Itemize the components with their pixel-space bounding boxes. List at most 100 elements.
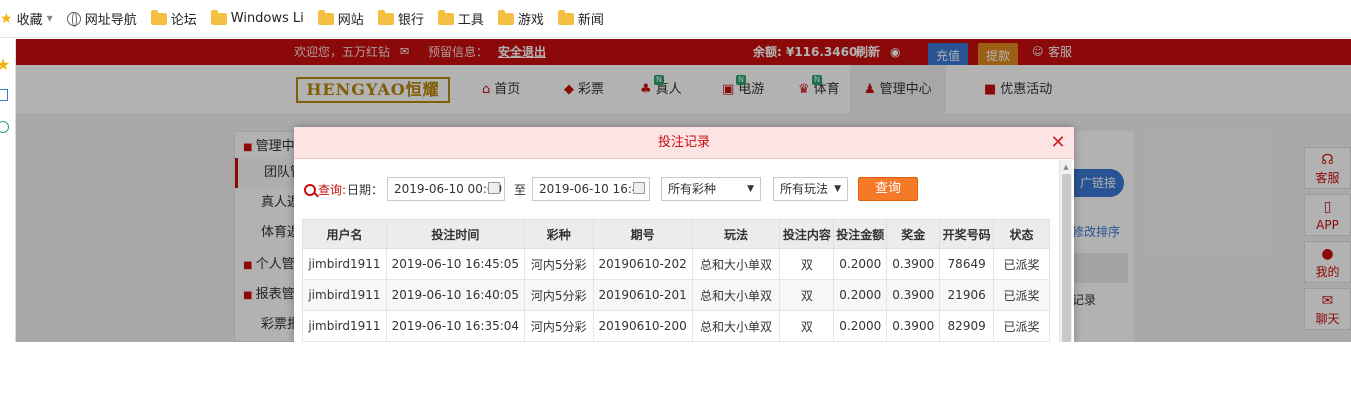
bookmark-item[interactable]: Windows Li [210, 0, 304, 38]
calendar-icon[interactable] [633, 182, 645, 194]
table-cell: jimbird1911 [302, 248, 387, 280]
folder-icon [557, 9, 574, 25]
column-header: 投注时间 [385, 219, 525, 249]
column-header: 彩种 [523, 219, 594, 249]
table-cell: 2019-06-10 16:40:05 [385, 279, 525, 311]
bet-records-table: 用户名 投注时间 彩种 期号 玩法 投注内容 投注金额 奖金 开奖号码 状态 jimbird191… [302, 219, 1050, 342]
table-cell: 河内5分彩 [523, 279, 594, 311]
bookmark-label: 工具 [457, 13, 484, 28]
column-header: 状态 [993, 219, 1050, 249]
column-header: 期号 [592, 219, 693, 249]
table-cell: 0.2000 [833, 248, 888, 280]
modal-header: 投注记录 ✕ [294, 127, 1074, 159]
reading-icon[interactable] [0, 89, 8, 101]
bookmark-label: 游戏 [517, 13, 544, 28]
table-cell: 20190610-200 [592, 310, 693, 342]
table-header-row: 用户名 投注时间 彩种 期号 玩法 投注内容 投注金额 奖金 开奖号码 状态 [302, 219, 1050, 249]
scroll-up-arrow-icon[interactable]: ▲ [1060, 162, 1072, 172]
table-cell: 总和大小单双 [691, 310, 781, 342]
globe-icon [66, 11, 81, 27]
table-row: jimbird1911 2019-06-10 16:40:05 河内5分彩 20190… [302, 279, 1050, 311]
folder-icon [317, 9, 334, 25]
table-cell: jimbird1911 [302, 310, 387, 342]
table-cell: 2019-06-10 16:45:05 [385, 248, 525, 280]
status-cell: 已派奖 [993, 279, 1050, 311]
browser-sidebar: ★ [0, 39, 16, 342]
bookmark-item[interactable]: 新闻 [557, 0, 604, 38]
chevron-down-icon: ▼ [834, 184, 841, 194]
folder-icon [497, 9, 514, 25]
folder-icon [150, 9, 167, 25]
table-cell: 0.3900 [886, 310, 941, 342]
bookmark-label: 收藏 [16, 13, 43, 28]
table-cell: 0.2000 [833, 310, 888, 342]
scroll-thumb[interactable] [1062, 174, 1071, 342]
table-cell: 双 [779, 279, 835, 311]
search-icon [304, 184, 316, 196]
date-label: 日期： [347, 183, 384, 197]
bookmark-item[interactable]: 网站 [317, 0, 364, 38]
table-cell: 双 [779, 248, 835, 280]
date-to-value: 2019-06-10 16:4 [539, 182, 640, 196]
bookmark-item[interactable]: 游戏 [497, 0, 544, 38]
history-icon[interactable] [0, 121, 9, 133]
play-select[interactable]: 所有玩法 ▼ [773, 177, 848, 201]
chevron-down-icon[interactable]: ▼ [47, 14, 53, 23]
bet-records-modal: 投注记录 ✕ ▲ 查询: 日期： 2019-06-10 00:00 至 2019… [294, 127, 1074, 342]
close-icon[interactable]: ✕ [1048, 133, 1068, 153]
bookmark-item[interactable]: 工具 [437, 0, 484, 38]
play-select-value: 所有玩法 [780, 182, 829, 196]
table-cell: 2019-06-10 16:35:04 [385, 310, 525, 342]
website: 欢迎您，五万红钻 ✉ 预留信息： 安全退出 余额: ¥116.3460 刷新 ◉… [16, 39, 1351, 342]
column-header: 奖金 [886, 219, 941, 249]
favorites-star-icon[interactable]: ★ [0, 55, 10, 74]
chevron-down-icon: ▼ [747, 184, 754, 194]
folder-icon [437, 9, 454, 25]
folder-icon [377, 9, 394, 25]
bookmark-label: 网址导航 [84, 13, 137, 28]
modal-title: 投注记录 [657, 135, 710, 150]
modal-scrollbar[interactable]: ▲ [1059, 160, 1072, 342]
table-cell: 0.3900 [886, 248, 941, 280]
table-cell: 0.2000 [833, 279, 888, 311]
bookmark-label: 银行 [397, 13, 424, 28]
date-from-input[interactable]: 2019-06-10 00:00 [387, 177, 505, 201]
lottery-select[interactable]: 所有彩种 ▼ [661, 177, 761, 201]
table-cell: 双 [779, 310, 835, 342]
bookmark-item[interactable]: 银行 [377, 0, 424, 38]
folder-icon [210, 9, 227, 25]
table-cell: 河内5分彩 [523, 310, 594, 342]
table-cell: 河内5分彩 [523, 248, 594, 280]
query-label: 查询: [318, 183, 347, 197]
table-cell: jimbird1911 [302, 279, 387, 311]
table-cell: 20190610-202 [592, 248, 693, 280]
calendar-icon[interactable] [488, 182, 500, 194]
column-header: 玩法 [691, 219, 781, 249]
status-cell: 已派奖 [993, 248, 1050, 280]
table-cell: 总和大小单双 [691, 248, 781, 280]
bookmark-label: 网站 [337, 13, 364, 28]
query-button[interactable]: 查询 [858, 177, 918, 201]
screen: ★ 收藏 ▼ 网址导航 论坛 Windows Li 网站 银行 工具 游戏 新闻 ★ 欢迎您，五万红… [0, 0, 1351, 407]
status-cell: 已派奖 [993, 310, 1050, 342]
star-icon: ★ [0, 10, 13, 27]
bookmark-item[interactable]: 论坛 [150, 0, 197, 38]
bookmark-label: Windows Li [230, 11, 304, 26]
table-row: jimbird1911 2019-06-10 16:45:05 河内5分彩 20190… [302, 248, 1050, 280]
column-header: 用户名 [302, 219, 387, 249]
bookmark-item[interactable]: 网址导航 [66, 0, 137, 38]
date-from-value: 2019-06-10 00:00 [394, 182, 503, 196]
table-cell: 20190610-201 [592, 279, 693, 311]
blank-area [0, 342, 1351, 407]
date-to-input[interactable]: 2019-06-10 16:4 [532, 177, 650, 201]
table-cell: 78649 [939, 248, 995, 280]
bookmark-label: 新闻 [577, 13, 604, 28]
table-row: jimbird1911 2019-06-10 16:35:04 河内5分彩 20190… [302, 310, 1050, 342]
table-cell: 0.3900 [886, 279, 941, 311]
to-label: 至 [514, 183, 527, 197]
bookmark-item[interactable]: ★ 收藏 ▼ [0, 0, 53, 38]
table-body: jimbird1911 2019-06-10 16:45:05 河内5分彩 20190… [302, 248, 1050, 342]
table-cell: 82909 [939, 310, 995, 342]
lottery-select-value: 所有彩种 [668, 182, 717, 196]
column-header: 投注内容 [779, 219, 835, 249]
